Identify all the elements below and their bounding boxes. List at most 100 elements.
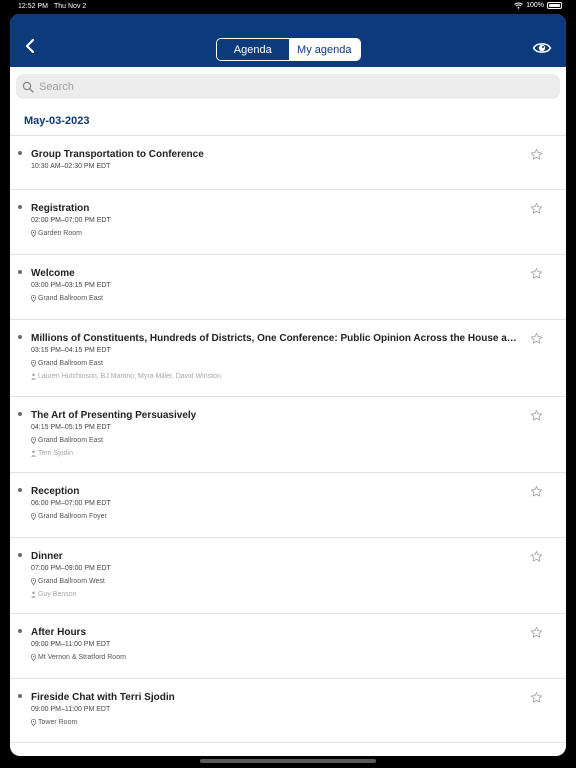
- timeline-dot: [18, 335, 22, 339]
- agenda-item-location-text: Grand Ballroom Foyer: [38, 513, 107, 520]
- agenda-item-location: Grand Ballroom Foyer: [31, 513, 107, 520]
- timeline-dot: [18, 629, 22, 633]
- agenda-item-location-text: Tower Room: [38, 719, 78, 726]
- tab-agenda[interactable]: Agenda: [217, 39, 289, 60]
- speaker-icon: [31, 450, 36, 457]
- battery-icon: [547, 2, 562, 9]
- agenda-item-location-text: Grand Ballroom East: [38, 360, 103, 367]
- status-date: Thu Nov 2: [54, 3, 87, 10]
- battery-percent: 100%: [526, 2, 544, 9]
- agenda-item-location: Mt Vernon & Stratford Room: [31, 654, 126, 661]
- timeline-dot: [18, 488, 22, 492]
- location-pin-icon: [31, 719, 36, 726]
- agenda-item-location: Tower Room: [31, 719, 77, 726]
- agenda-item[interactable]: The Art of Presenting Persuasively 04:15 …: [10, 396, 566, 472]
- timeline-dot: [18, 270, 22, 274]
- agenda-item-title: Registration: [31, 203, 90, 214]
- agenda-item-location: Grand Ballroom East: [31, 295, 103, 302]
- agenda-item-location: Grand Ballroom East: [31, 437, 103, 444]
- search-icon: [22, 81, 34, 93]
- eye-icon: [532, 43, 552, 53]
- star-icon[interactable]: [530, 332, 543, 345]
- speaker-icon: [31, 591, 36, 598]
- timeline-dot: [18, 694, 22, 698]
- agenda-item-location-text: Grand Ballroom East: [38, 437, 103, 444]
- agenda-item[interactable]: Welcome 03:00 PM–03:15 PM EDT Grand Ballro…: [10, 254, 566, 319]
- status-time: 12:52 PM: [18, 3, 48, 10]
- star-icon[interactable]: [530, 691, 543, 704]
- agenda-item[interactable]: Registration 02:00 PM–07:00 PM EDT Garden …: [10, 189, 566, 254]
- timeline-dot: [18, 553, 22, 557]
- agenda-item[interactable]: After Hours 09:00 PM–11:00 PM EDT Mt Verno…: [10, 613, 566, 678]
- agenda-item-time: 07:00 PM–09:00 PM EDT: [31, 565, 111, 572]
- agenda-item-title: After Hours: [31, 627, 87, 638]
- visibility-button[interactable]: [532, 40, 552, 56]
- agenda-item-time: 04:15 PM–05:15 PM EDT: [31, 424, 111, 431]
- search-bar[interactable]: [16, 74, 560, 99]
- star-icon[interactable]: [530, 550, 543, 563]
- agenda-item-speakers-text: Guy Benson: [38, 591, 77, 598]
- agenda-item-location-text: Mt Vernon & Stratford Room: [38, 654, 126, 661]
- agenda-item[interactable]: Reception 06:00 PM–07:00 PM EDT Grand Ball…: [10, 472, 566, 537]
- agenda-item-speakers: Guy Benson: [31, 591, 77, 598]
- date-section-header: May-03-2023: [24, 115, 90, 127]
- agenda-item-time: 09:00 PM–11:00 PM EDT: [31, 641, 111, 648]
- agenda-item-location: Grand Ballroom East: [31, 360, 103, 367]
- agenda-item[interactable]: Group Transportation to Conference 10:30 …: [10, 135, 566, 189]
- agenda-item-speakers: Terri Sjodin: [31, 450, 73, 457]
- agenda-segmented-control: Agenda My agenda: [216, 38, 361, 61]
- agenda-item-location-text: Grand Ballroom East: [38, 295, 103, 302]
- home-indicator[interactable]: [200, 759, 376, 763]
- star-icon[interactable]: [530, 409, 543, 422]
- agenda-item-location: Grand Ballroom West: [31, 578, 105, 585]
- agenda-item-title: Millions of Constituents, Hundreds of Di…: [31, 333, 521, 344]
- chevron-left-icon: [25, 38, 35, 54]
- agenda-item-time: 10:30 AM–02:30 PM EDT: [31, 163, 111, 170]
- agenda-item-location: Garden Room: [31, 230, 82, 237]
- timeline-dot: [18, 205, 22, 209]
- agenda-item[interactable]: Fireside Chat with Terri Sjodin 09:00 PM–…: [10, 678, 566, 743]
- battery-fill: [549, 4, 560, 7]
- agenda-item-time: 03:15 PM–04:15 PM EDT: [31, 347, 111, 354]
- agenda-item-title: Welcome: [31, 268, 75, 279]
- agenda-item-speakers-text: Terri Sjodin: [38, 450, 74, 457]
- agenda-item-time: 02:00 PM–07:00 PM EDT: [31, 217, 111, 224]
- navigation-bar: Agenda My agenda: [10, 14, 566, 67]
- location-pin-icon: [31, 360, 36, 367]
- agenda-item-title: The Art of Presenting Persuasively: [31, 410, 197, 421]
- app-window: Agenda My agenda May-03-2023 Group Trans…: [10, 14, 566, 756]
- status-bar: 12:52 PM Thu Nov 2 100%: [0, 0, 576, 14]
- location-pin-icon: [31, 437, 36, 444]
- agenda-item-location-text: Garden Room: [38, 230, 82, 237]
- star-icon[interactable]: [530, 148, 543, 161]
- status-indicators: 100%: [514, 2, 562, 9]
- location-pin-icon: [31, 654, 36, 661]
- star-icon[interactable]: [530, 202, 543, 215]
- location-pin-icon: [31, 578, 36, 585]
- wifi-icon: [514, 2, 523, 9]
- search-input[interactable]: [39, 80, 539, 93]
- agenda-item[interactable]: Millions of Constituents, Hundreds of Di…: [10, 319, 566, 396]
- tab-my-agenda[interactable]: My agenda: [288, 39, 360, 60]
- agenda-item-time: 06:00 PM–07:00 PM EDT: [31, 500, 111, 507]
- location-pin-icon: [31, 295, 36, 302]
- agenda-item-title: Group Transportation to Conference: [31, 149, 204, 160]
- location-pin-icon: [31, 230, 36, 237]
- back-button[interactable]: [20, 36, 40, 56]
- agenda-item[interactable]: Dinner 07:00 PM–09:00 PM EDT Grand Ballroo…: [10, 537, 566, 613]
- agenda-item-title: Fireside Chat with Terri Sjodin: [31, 692, 175, 703]
- agenda-item-title: Reception: [31, 486, 80, 497]
- timeline-dot: [18, 151, 22, 155]
- agenda-item-speakers-text: Lauren Hutchinson, BJ Martino, Myra Mill…: [38, 373, 221, 380]
- star-icon[interactable]: [530, 485, 543, 498]
- timeline-dot: [18, 412, 22, 416]
- agenda-item-title: Dinner: [31, 551, 63, 562]
- star-icon[interactable]: [530, 626, 543, 639]
- agenda-item-location-text: Grand Ballroom West: [38, 578, 105, 585]
- agenda-item-speakers: Lauren Hutchinson, BJ Martino, Myra Mill…: [31, 373, 221, 380]
- star-icon[interactable]: [530, 267, 543, 280]
- location-pin-icon: [31, 513, 36, 520]
- speaker-icon: [31, 373, 36, 380]
- agenda-list: Group Transportation to Conference 10:30 …: [10, 135, 566, 743]
- agenda-item-time: 09:00 PM–11:00 PM EDT: [31, 706, 111, 713]
